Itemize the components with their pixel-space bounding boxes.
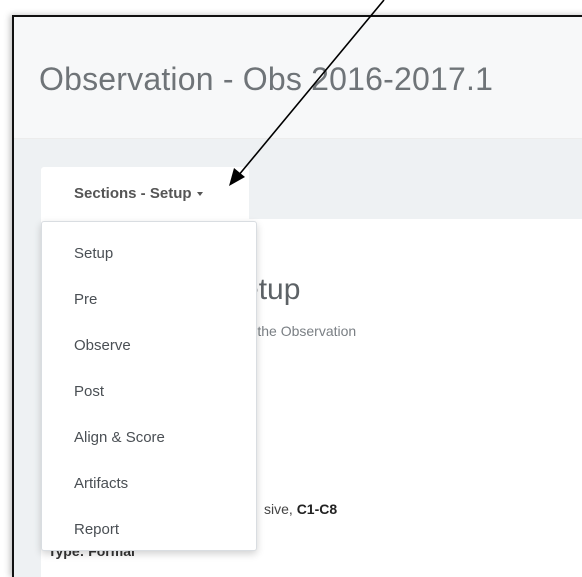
sections-dropdown-toggle[interactable]: Sections - Setup [41, 167, 249, 219]
detail-bold: C1-C8 [296, 501, 338, 517]
page-header: Observation - Obs 2016-2017.1 [14, 17, 582, 139]
menu-item-artifacts[interactable]: Artifacts [42, 462, 256, 506]
menu-item-observe[interactable]: Observe [42, 324, 256, 368]
menu-item-pre[interactable]: Pre [42, 278, 256, 322]
screenshot-frame: Observation - Obs 2016-2017.1 Sections -… [12, 15, 582, 577]
menu-item-setup[interactable]: Setup [42, 232, 256, 276]
sections-dropdown-label: Sections - Setup [74, 185, 203, 202]
detail-prefix: sive, [264, 501, 297, 517]
caret-down-icon [196, 192, 203, 197]
page-title: Observation - Obs 2016-2017.1 [39, 61, 494, 97]
menu-item-align-score[interactable]: Align & Score [42, 416, 256, 460]
sections-dropdown-menu: Setup Pre Observe Post Align & Score Art… [41, 221, 257, 551]
section-detail-text: sive, C1-C8 [264, 501, 337, 517]
menu-item-post[interactable]: Post [42, 370, 256, 414]
menu-item-report[interactable]: Report [42, 508, 256, 552]
sections-label-text: Sections - Setup [74, 185, 192, 202]
